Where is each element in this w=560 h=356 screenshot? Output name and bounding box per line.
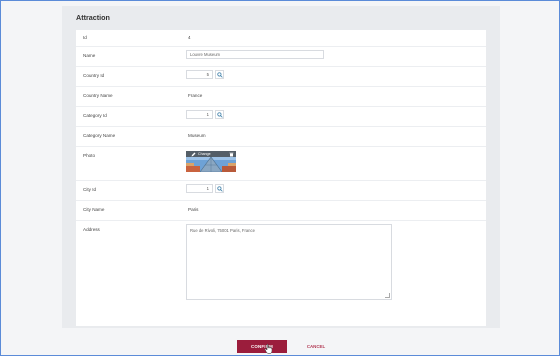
search-icon (216, 111, 223, 118)
city-name-label: City Name (83, 207, 105, 212)
country-lookup-button[interactable] (215, 70, 224, 79)
row-city-name: City Name Paris (76, 200, 486, 221)
row-photo: Photo Change (76, 146, 486, 181)
photo-thumbnail[interactable]: Change (186, 151, 236, 172)
row-city-id: City Id 1 (76, 180, 486, 201)
category-lookup-button[interactable] (215, 110, 224, 119)
photo-change-label[interactable]: Change (198, 152, 211, 156)
row-id: Id 4 (76, 30, 486, 47)
search-icon (216, 71, 223, 78)
id-value: 4 (188, 35, 191, 40)
row-category-name: Category Name Museum (76, 126, 486, 147)
category-id-input[interactable]: 1 (186, 110, 213, 119)
address-value: Rue de Rivoli, 75001 Paris, France (190, 228, 255, 233)
city-name-value: Paris (188, 207, 199, 212)
panel-title: Attraction (76, 13, 110, 22)
row-country-name: Country Name France (76, 86, 486, 107)
confirm-button[interactable]: CONFIRM (237, 340, 287, 353)
id-label: Id (83, 35, 87, 40)
trash-icon[interactable] (229, 152, 234, 157)
category-name-value: Museum (188, 133, 206, 138)
resize-grip-icon[interactable] (385, 293, 390, 298)
cancel-button[interactable]: CANCEL (300, 340, 332, 353)
photo-toolbar: Change (186, 151, 236, 157)
city-id-label: City Id (83, 187, 97, 192)
row-category-id: Category Id 1 (76, 106, 486, 127)
address-textarea[interactable]: Rue de Rivoli, 75001 Paris, France (186, 224, 392, 300)
country-name-value: France (188, 93, 203, 98)
row-country-id: Country Id 5 (76, 66, 486, 87)
row-address: Address Rue de Rivoli, 75001 Paris, Fran… (76, 220, 486, 320)
photo-label: Photo (83, 153, 96, 158)
city-lookup-button[interactable] (215, 184, 224, 193)
pencil-icon[interactable] (191, 152, 196, 157)
search-icon (216, 185, 223, 192)
attraction-panel: Attraction Id 4 Name Louvre Museum Count… (62, 6, 500, 328)
address-label: Address (83, 227, 100, 232)
country-id-label: Country Id (83, 73, 105, 78)
row-name: Name Louvre Museum (76, 46, 486, 67)
city-id-input[interactable]: 1 (186, 184, 213, 193)
name-label: Name (83, 53, 96, 58)
category-id-label: Category Id (83, 113, 107, 118)
country-id-input[interactable]: 5 (186, 70, 213, 79)
category-name-label: Category Name (83, 133, 116, 138)
name-input[interactable]: Louvre Museum (186, 50, 324, 59)
country-name-label: Country Name (83, 93, 113, 98)
attraction-form: Id 4 Name Louvre Museum Country Id 5 Cou… (76, 30, 486, 326)
hand-cursor-icon (265, 344, 272, 354)
